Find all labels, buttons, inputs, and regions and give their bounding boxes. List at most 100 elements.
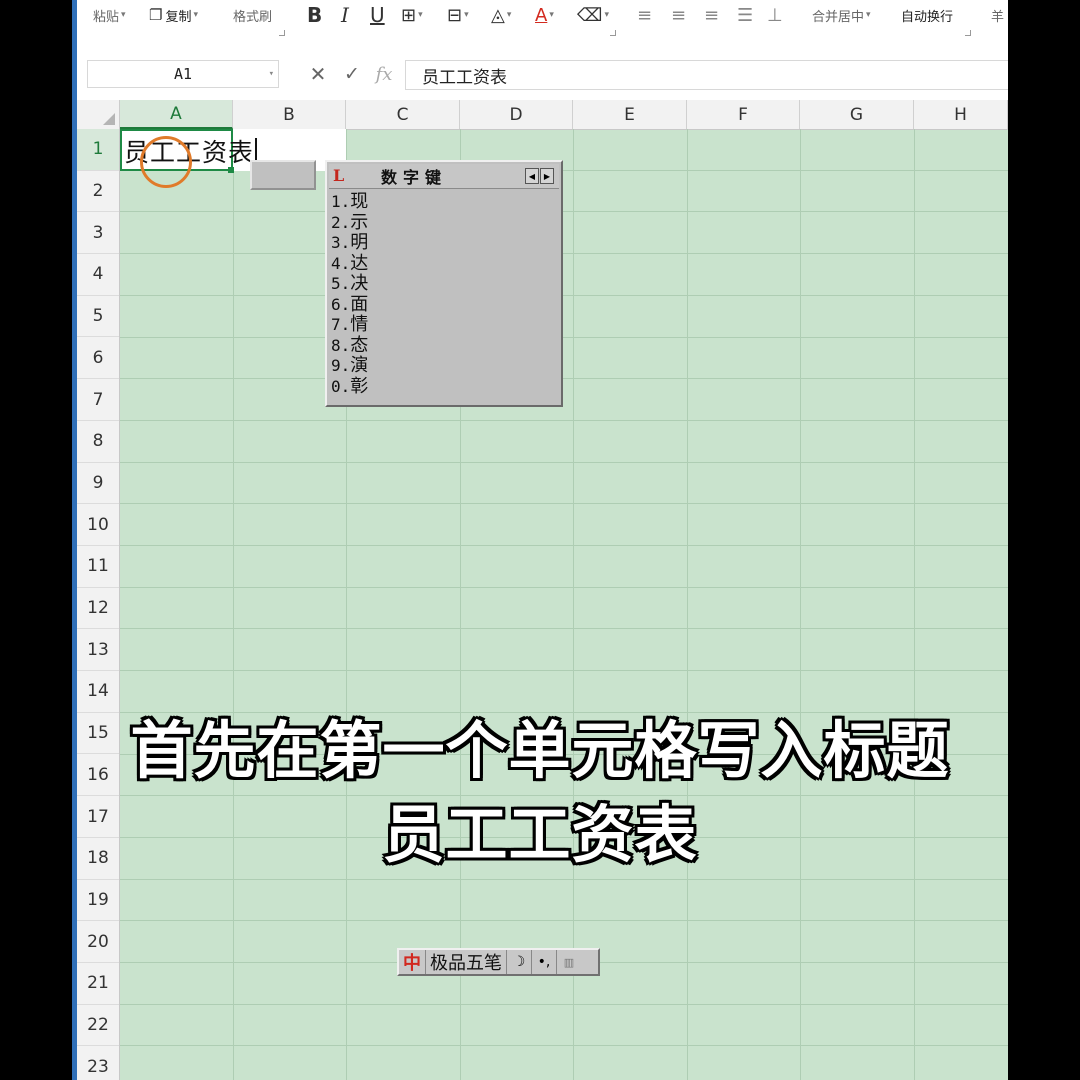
ime-candidate-number: 9.	[331, 356, 351, 376]
grid-row-line	[120, 461, 1008, 463]
column-header-d[interactable]: D	[460, 100, 573, 129]
column-header-h[interactable]: H	[914, 100, 1008, 129]
ime-candidate-number: 1.	[331, 192, 351, 212]
border-button[interactable]: ⊞ ▾	[401, 2, 423, 28]
merge-dropdown-arrow[interactable]: ▾	[866, 10, 871, 20]
alignment-group-launcher[interactable]	[965, 30, 971, 36]
column-header-f[interactable]: F	[687, 100, 800, 129]
ime-candidate-item[interactable]: 2. 示	[331, 212, 559, 234]
ime-candidate-item[interactable]: 9. 演	[331, 356, 559, 377]
row-header-9[interactable]: 9	[77, 463, 119, 505]
formula-bar: A1 ▾ ✕ ✓ fx 员工工资表	[77, 46, 1008, 100]
format-painter-button[interactable]: 格式刷	[233, 2, 272, 28]
ime-candidate-item[interactable]: 0. 彰	[331, 376, 559, 398]
ime-candidate-char: 达	[350, 252, 369, 274]
ime-candidate-char: 明	[350, 232, 369, 254]
justify-button[interactable]: ☰	[737, 2, 753, 28]
font-group-launcher[interactable]	[610, 30, 616, 36]
row-header-13[interactable]: 13	[77, 629, 119, 672]
paste-button[interactable]: 粘贴 ▾	[93, 2, 126, 28]
ime-candidate-window: L 数字键 ◀ ▶ 1. 现 2. 示 3. 明 4. 达 5. 决 6. 面 7. 情 8. 态 9. 演 0. 彰	[325, 160, 563, 407]
ime-candidate-item[interactable]: 6. 面	[331, 294, 559, 316]
align-right-button[interactable]: ≡	[704, 2, 719, 28]
confirm-icon[interactable]: ✓	[339, 60, 365, 88]
row-header-5[interactable]: 5	[77, 296, 119, 338]
grid-row-line	[120, 586, 1008, 588]
eraser-icon: ⌫	[577, 4, 603, 26]
column-header-c[interactable]: C	[346, 100, 460, 129]
row-header-20[interactable]: 20	[77, 921, 119, 963]
paste-dropdown-arrow[interactable]: ▾	[121, 10, 126, 20]
font-color-dropdown-arrow[interactable]: ▾	[549, 10, 554, 20]
font-color-button[interactable]: A ▾	[535, 2, 554, 28]
cell-area[interactable]: 员工工资表	[120, 129, 1008, 1080]
row-header-11[interactable]: 11	[77, 546, 119, 588]
column-header-a[interactable]: A	[120, 100, 233, 129]
ime-candidate-item[interactable]: 3. 明	[331, 233, 559, 254]
row-header-22[interactable]: 22	[77, 1005, 119, 1047]
select-all-corner[interactable]	[77, 100, 120, 129]
row-header-7[interactable]: 7	[77, 379, 119, 421]
underline-button[interactable]: U	[370, 2, 385, 28]
ime-candidate-titlebar: L 数字键 ◀ ▶	[329, 164, 559, 189]
cell-style-button[interactable]: ⊟ ▾	[447, 2, 469, 28]
border-dropdown-arrow[interactable]: ▾	[418, 10, 423, 20]
bold-button[interactable]: B	[307, 2, 322, 28]
row-header-10[interactable]: 10	[77, 504, 119, 546]
column-header-g[interactable]: G	[800, 100, 914, 129]
row-header-3[interactable]: 3	[77, 212, 119, 255]
cancel-icon[interactable]: ✕	[305, 60, 331, 88]
column-header-e[interactable]: E	[573, 100, 687, 129]
row-header-2[interactable]: 2	[77, 171, 119, 213]
ime-name-label[interactable]: 极品五笔	[426, 950, 507, 974]
fill-color-dropdown-arrow[interactable]: ▾	[507, 10, 512, 20]
wrap-text-button[interactable]: 自动换行	[901, 2, 953, 28]
row-header-8[interactable]: 8	[77, 421, 119, 463]
fill-color-button[interactable]: ◬ ▾	[491, 2, 511, 28]
half-width-moon-icon[interactable]: ☽	[507, 950, 532, 974]
row-header-19[interactable]: 19	[77, 880, 119, 922]
column-header-b[interactable]: B	[233, 100, 346, 129]
merge-center-button[interactable]: 合并居中 ▾	[812, 2, 871, 28]
cell-style-dropdown-arrow[interactable]: ▾	[464, 10, 469, 20]
fill-handle[interactable]	[228, 167, 234, 173]
number-format-button[interactable]: 羊	[991, 2, 1004, 28]
format-painter-label: 格式刷	[233, 9, 273, 25]
align-left-button[interactable]: ≡	[637, 2, 652, 28]
copy-dropdown-arrow[interactable]: ▾	[193, 10, 198, 20]
distribute-icon: ⊥	[767, 4, 783, 26]
insert-function-icon[interactable]: fx	[371, 60, 397, 88]
ime-candidate-item[interactable]: 8. 态	[331, 335, 559, 357]
soft-keyboard-icon[interactable]: ▥	[557, 950, 581, 974]
row-header-4[interactable]: 4	[77, 254, 119, 296]
formula-input[interactable]: 员工工资表	[405, 60, 1008, 90]
ime-candidate-item[interactable]: 5. 决	[331, 274, 559, 295]
clear-format-button[interactable]: ⌫ ▾	[577, 2, 609, 28]
ime-candidate-item[interactable]: 7. 情	[331, 315, 559, 336]
ime-chinese-mode-icon[interactable]: 中	[399, 950, 426, 974]
ime-composition-box	[250, 160, 316, 190]
ime-candidate-item[interactable]: 1. 现	[331, 192, 559, 213]
subtitle-line-1: 首先在第一个单元格写入标题	[130, 714, 950, 787]
row-header-1[interactable]: 1	[77, 129, 119, 171]
grid-column-line	[800, 129, 801, 1080]
distribute-button[interactable]: ⊥	[767, 2, 783, 28]
ime-candidate-item[interactable]: 4. 达	[331, 252, 559, 275]
ime-next-page-icon[interactable]: ▶	[540, 168, 554, 184]
bold-icon: B	[307, 3, 323, 27]
name-box[interactable]: A1 ▾	[87, 60, 279, 88]
align-center-button[interactable]: ≡	[671, 2, 686, 28]
clipboard-group-launcher[interactable]	[279, 30, 285, 36]
copy-button[interactable]: ❐ 复制 ▾	[149, 2, 198, 28]
row-header-12[interactable]: 12	[77, 588, 119, 630]
row-header-6[interactable]: 6	[77, 338, 119, 380]
ime-prev-page-icon[interactable]: ◀	[525, 168, 539, 184]
italic-button[interactable]: I	[341, 2, 349, 28]
row-header-21[interactable]: 21	[77, 963, 119, 1005]
clear-dropdown-arrow[interactable]: ▾	[604, 10, 609, 20]
name-box-dropdown-icon[interactable]: ▾	[269, 69, 274, 79]
grid-row-line	[120, 878, 1008, 880]
row-header-23[interactable]: 23	[77, 1046, 119, 1080]
punctuation-icon[interactable]: •,	[532, 950, 557, 974]
click-indicator-ring	[140, 136, 192, 188]
